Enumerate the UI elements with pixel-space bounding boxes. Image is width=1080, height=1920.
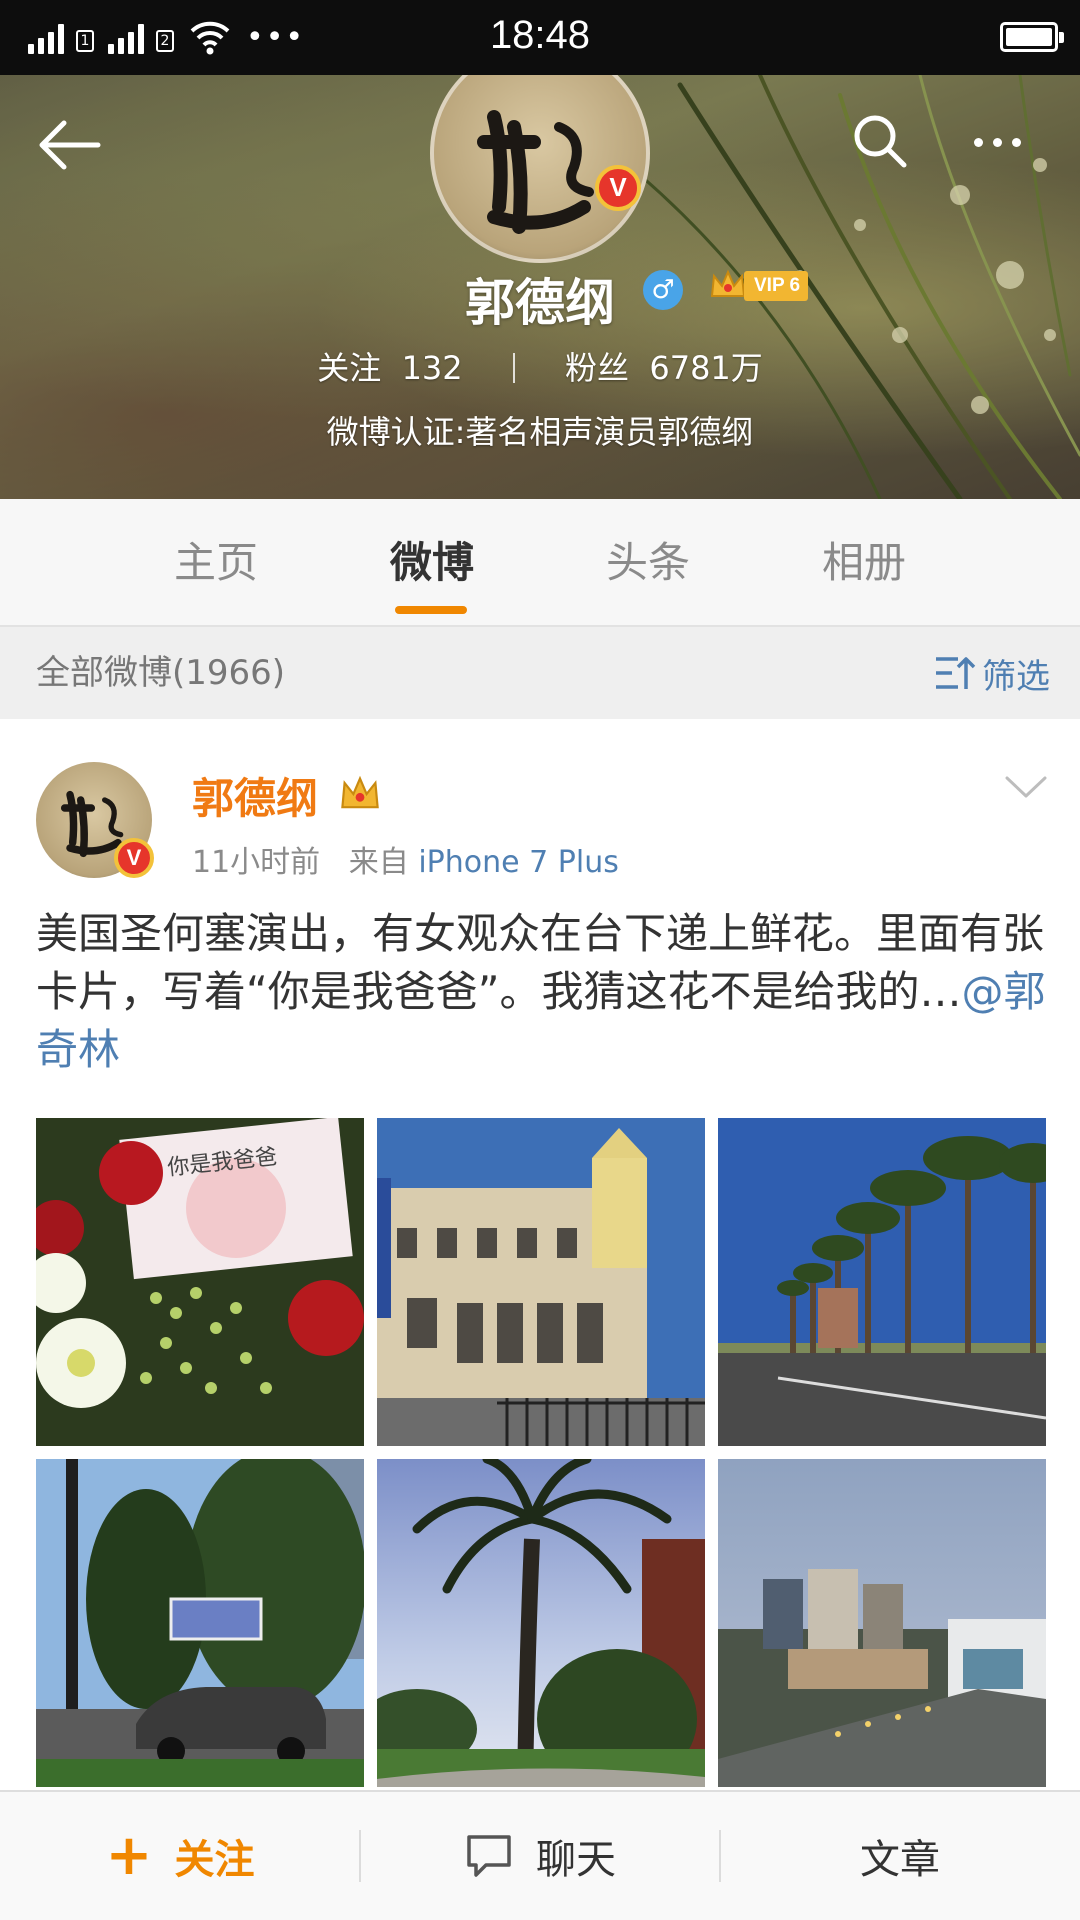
bottom-action-bar: + 关注 聊天 文章 xyxy=(0,1790,1080,1920)
vip-badge[interactable]: VIP 6 xyxy=(708,265,809,307)
filter-button[interactable]: 筛选 xyxy=(934,649,1050,697)
plus-icon: + xyxy=(105,1823,153,1888)
post-meta: 11小时前 来自 iPhone 7 Plus xyxy=(192,837,619,881)
post-time: 11小时前 xyxy=(192,845,321,880)
status-bar: 1 2 ••• 18:48 xyxy=(0,0,1080,75)
post-photo[interactable] xyxy=(718,1118,1046,1446)
active-tab-indicator xyxy=(395,606,467,614)
article-label: 文章 xyxy=(860,1837,940,1883)
post-photo[interactable]: 你是我爸爸 xyxy=(36,1118,364,1446)
post-photo[interactable] xyxy=(377,1459,705,1787)
post-photo[interactable] xyxy=(377,1118,705,1446)
profile-cover: V 郭德纲 ♂ VIP 6 关注 132 粉丝 6781万 微博认证:著名相声演… xyxy=(0,75,1080,499)
verification-text: 微博认证:著名相声演员郭德纲 xyxy=(326,413,754,451)
male-gender-icon: ♂ xyxy=(643,270,683,310)
chat-label: 聊天 xyxy=(536,1837,616,1883)
follow-button[interactable]: + 关注 xyxy=(0,1792,360,1920)
post-body: 美国圣何塞演出，有女观众在台下递上鲜花。里面有张卡片，写着“你是我爸爸”。我猜这… xyxy=(36,909,1045,1016)
weibo-post: V 郭德纲 11小时前 来自 iPhone 7 Plus 美国圣何塞演出，有女观… xyxy=(0,719,1080,1789)
follow-label: 关注 xyxy=(174,1837,255,1883)
vip-level-label: VIP 6 xyxy=(744,271,809,301)
chat-button[interactable]: 聊天 xyxy=(360,1792,720,1920)
article-button[interactable]: 文章 xyxy=(720,1792,1080,1920)
post-author-name[interactable]: 郭德纲 xyxy=(192,765,318,826)
all-posts-count: 全部微博(1966) xyxy=(36,653,286,693)
stats-divider xyxy=(512,353,515,383)
avatar-calligraphy xyxy=(477,110,594,234)
tab-headlines[interactable]: 头条 xyxy=(548,499,748,627)
verified-badge-icon: V xyxy=(114,838,154,878)
filter-bar: 全部微博(1966) 筛选 xyxy=(0,627,1080,719)
filter-icon xyxy=(936,657,976,689)
filter-label: 筛选 xyxy=(982,656,1050,697)
post-text: 美国圣何塞演出，有女观众在台下递上鲜花。里面有张卡片，写着“你是我爸爸”。我猜这… xyxy=(36,905,1046,1079)
more-options-icon[interactable] xyxy=(974,127,1044,157)
crown-icon xyxy=(341,775,379,809)
back-arrow-icon[interactable] xyxy=(36,115,102,175)
tab-home[interactable]: 主页 xyxy=(116,499,316,627)
followers-link[interactable]: 粉丝 6781万 xyxy=(565,349,763,387)
post-source[interactable]: iPhone 7 Plus xyxy=(418,845,619,880)
verified-badge-icon: V xyxy=(595,165,641,211)
chevron-down-icon[interactable] xyxy=(1003,772,1049,802)
post-source-prefix: 来自 xyxy=(348,845,409,880)
search-icon[interactable] xyxy=(850,111,910,171)
status-time: 18:48 xyxy=(489,13,591,57)
profile-stats: 关注 132 粉丝 6781万 xyxy=(0,343,1080,389)
post-photo[interactable] xyxy=(718,1459,1046,1787)
crown-icon xyxy=(710,269,746,297)
chat-bubble-icon xyxy=(467,1835,511,1877)
tab-album[interactable]: 相册 xyxy=(764,499,964,627)
profile-name: 郭德纲 xyxy=(465,274,615,332)
profile-tabs: 主页 微博 头条 相册 xyxy=(0,499,1080,627)
following-link[interactable]: 关注 132 xyxy=(317,349,462,387)
post-photo[interactable] xyxy=(36,1459,364,1787)
battery-icon xyxy=(1000,22,1064,52)
